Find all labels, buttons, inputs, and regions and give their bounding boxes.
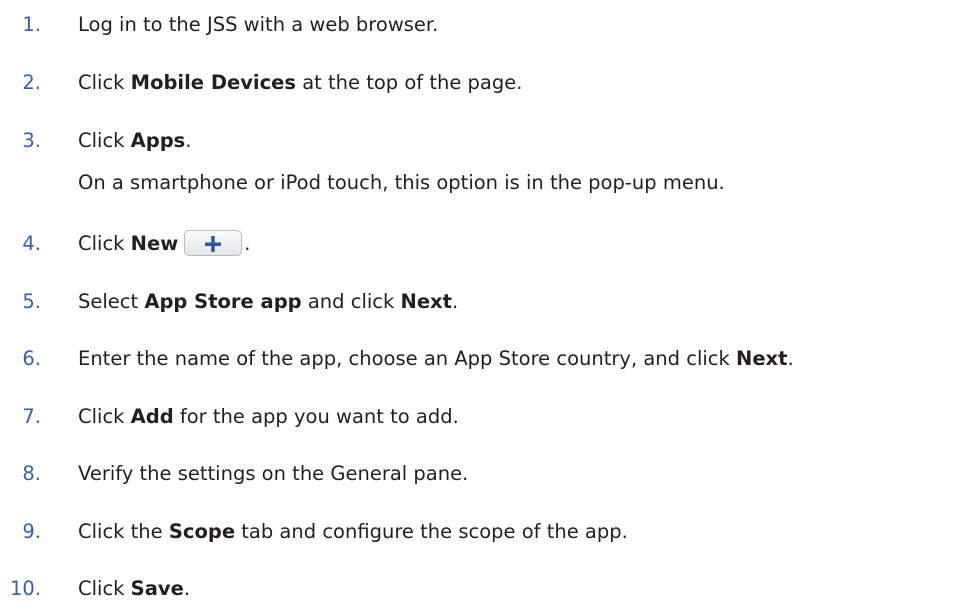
step-number: 10. [9,577,41,600]
step-text: Select App Store app and click Next. [78,289,458,315]
step-text-fragment: Click [78,577,131,600]
plus-icon [205,235,222,252]
step-text: Click Save. [78,576,190,602]
step-number: 7. [22,405,41,428]
ui-term: New [130,232,179,255]
step-text-fragment: Click [78,232,131,255]
ui-term: Apps [130,129,186,152]
step-text: Click the Scope tab and configure the sc… [78,519,628,545]
step-number: 5. [22,290,41,313]
step-text-fragment: . [451,290,459,313]
step-text: Click New. [78,229,251,257]
ui-term: Mobile Devices [130,71,297,94]
step-text: Verify the settings on the General pane. [78,461,468,487]
step-text: Click Mobile Devices at the top of the p… [78,70,522,96]
step-text-fragment: tab and configure the scope of the app. [235,520,628,543]
new-plus-button [184,229,243,256]
step-number: 3. [22,129,41,152]
step-text-fragment: . [787,347,794,370]
step-number: 1. [22,13,41,36]
step-note: On a smartphone or iPod touch, this opti… [78,171,725,194]
step-text-fragment: and click [301,290,401,313]
step-text-fragment: Log in to the JSS with a web browser. [78,13,439,36]
step-text-fragment: Click [78,71,131,94]
step-text-fragment: Verify the settings on the General pane. [78,462,469,485]
step-text-fragment: Click [78,405,131,428]
step-text-fragment: Click [78,129,131,152]
step-number: 9. [22,520,41,543]
instruction-steps-list: 1. Log in to the JSS with a web browser. 2… [0,0,953,605]
step-text: Click Apps. [78,128,192,154]
step-text-fragment: Click the [78,520,169,543]
ui-term: Next [400,290,452,313]
ui-term: App Store app [144,290,302,313]
ui-term: Add [130,405,174,428]
step-text-fragment: . [244,232,251,255]
step-number: 8. [22,462,41,485]
ui-term: Save [130,577,184,600]
step-text-fragment: Select [78,290,145,313]
ui-term: Scope [168,520,236,543]
step-text: Enter the name of the app, choose an App… [78,346,794,372]
step-text-fragment: Enter the name of the app, choose an App… [78,347,736,370]
step-text: Click Add for the app you want to add. [78,404,459,430]
step-number: 4. [22,232,41,255]
step-number: 6. [22,347,41,370]
step-text: Log in to the JSS with a web browser. [78,12,438,38]
step-text-fragment: at the top of the page. [296,71,523,94]
step-text-fragment: for the app you want to add. [173,405,459,428]
step-text-fragment: . [185,129,192,152]
step-text-fragment: . [183,577,191,600]
ui-term: Next [736,347,788,370]
step-number: 2. [22,71,41,94]
